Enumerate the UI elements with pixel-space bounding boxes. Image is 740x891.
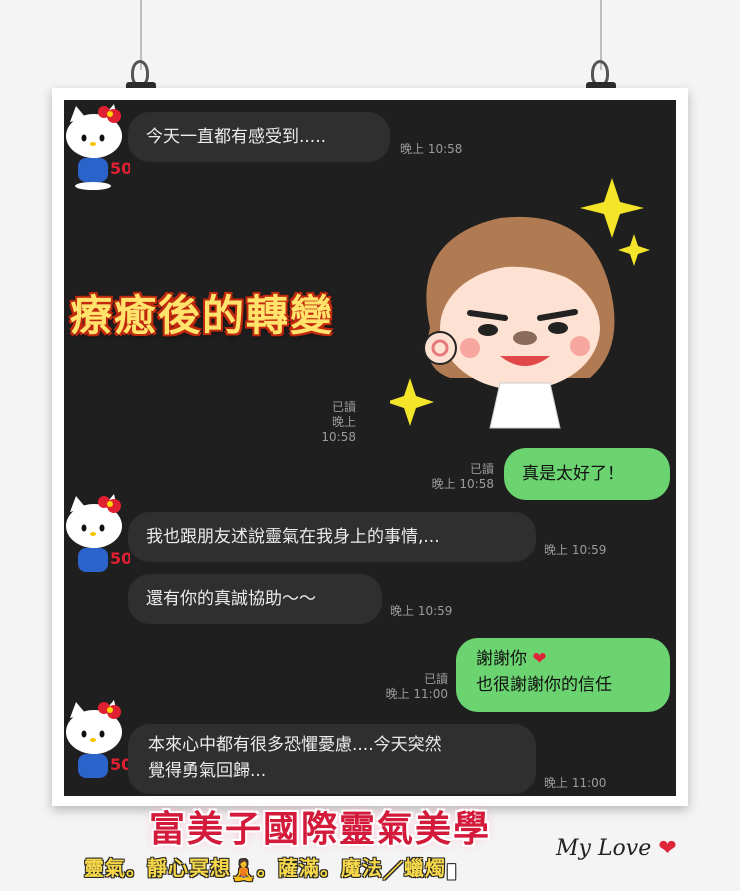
message-text: 真是太好了！ (522, 464, 624, 484)
read-receipt: 已讀 (331, 400, 356, 414)
message-text: 我也跟朋友述說靈氣在我身上的事情,... (146, 527, 440, 547)
message-bubble-incoming[interactable]: 還有你的真誠協助～～ (128, 574, 382, 624)
message-timestamp: 晚上 10:58 (431, 477, 494, 491)
message-bubble-incoming[interactable]: 本來心中都有很多恐懼憂慮....今天突然 覺得勇氣回歸... (128, 724, 536, 794)
message-timestamp: 晚上 10:59 (390, 604, 453, 618)
message-bubble-incoming[interactable]: 今天一直都有感受到..... (128, 112, 390, 162)
message-status: 已讀 晚上 10:58 (300, 400, 356, 445)
subtitle-part: 靈氣。靜心冥想 (84, 856, 231, 880)
candle-icon: ▮ (445, 857, 458, 882)
read-receipt: 已讀 (423, 672, 448, 686)
brand-subtitle: 靈氣。靜心冥想🧘。薩滿。魔法／蠟燭▮ (84, 852, 574, 884)
meditation-icon: 🧘 (231, 857, 257, 882)
heart-icon: ❤ (658, 836, 677, 861)
message-text-line1: 本來心中都有很多恐懼憂慮....今天突然 (148, 735, 442, 755)
svg-text:50: 50 (110, 549, 130, 568)
message-text-line2: 也很謝謝你的信任 (476, 675, 612, 695)
subtitle-part: 蠟燭 (403, 856, 446, 880)
wand-icon: ／ (382, 859, 404, 883)
message-bubble-outgoing[interactable]: 真是太好了！ (504, 448, 670, 500)
subtitle-part: 。薩滿。魔法 (256, 856, 383, 880)
hello-kitty-avatar: 50 (66, 494, 130, 572)
message-bubble-outgoing[interactable]: 謝謝你 ❤ 也很謝謝你的信任 (456, 638, 670, 712)
message-timestamp: 晚上 10:59 (544, 543, 607, 557)
message-status: 已讀 晚上 11:00 (380, 672, 448, 702)
signature-text: My Love (556, 836, 652, 861)
hello-kitty-avatar: 50 (66, 104, 130, 190)
cartoon-girl-sticker[interactable] (390, 178, 650, 438)
message-text-line2: 覺得勇氣回歸... (148, 761, 267, 781)
svg-text:50: 50 (110, 159, 130, 178)
signature: My Love ❤ (556, 836, 677, 861)
sparkle-icon (580, 178, 644, 238)
message-timestamp: 晚上 10:58 (400, 142, 463, 156)
message-text-line1: 謝謝你 (476, 649, 527, 669)
message-text: 還有你的真誠協助～～ (146, 589, 316, 609)
message-bubble-incoming[interactable]: 我也跟朋友述說靈氣在我身上的事情,... (128, 512, 536, 562)
heart-icon: ❤ (532, 649, 547, 669)
chat-screenshot: 50 今天一直都有感受到..... 晚上 10:58 療癒後的轉變 已讀 晚上 … (64, 100, 676, 796)
hello-kitty-avatar: 50 (66, 700, 130, 778)
message-timestamp: 晚上 11:00 (544, 776, 607, 790)
read-receipt: 已讀 (469, 462, 494, 476)
message-status: 已讀 晚上 10:58 (428, 462, 494, 492)
overlay-banner-title: 療癒後的轉變 (70, 291, 335, 340)
message-timestamp: 晚上 11:00 (385, 687, 448, 701)
svg-text:50: 50 (110, 755, 130, 774)
brand-title: 富美子國際靈氣美學 (148, 809, 491, 850)
message-timestamp: 晚上 10:58 (321, 415, 356, 444)
message-text: 今天一直都有感受到..... (146, 127, 327, 147)
